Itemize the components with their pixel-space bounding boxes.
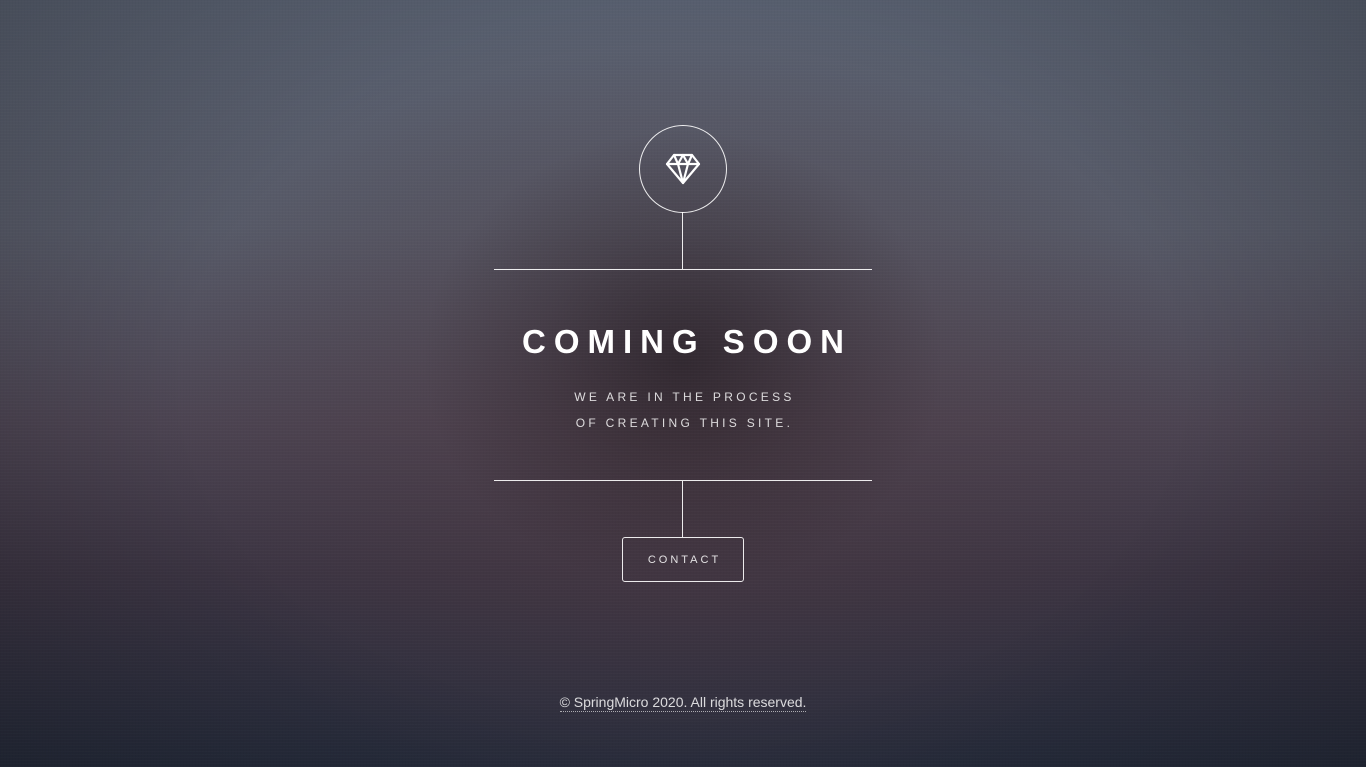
copyright-link[interactable]: © SpringMicro 2020. All rights reserved. [559,694,807,712]
subtitle-line-1: WE ARE IN THE PROCESS [574,390,795,404]
contact-button[interactable]: CONTACT [622,537,744,582]
diamond-icon [665,153,701,185]
connector-line-top [682,212,683,269]
page-title: COMING SOON [521,323,852,360]
page-subtitle: WE ARE IN THE PROCESS OF CREATING THIS S… [433,384,933,436]
divider-bottom [494,480,872,481]
footer: © SpringMicro 2020. All rights reserved. [383,694,983,712]
divider-top [494,269,872,270]
subtitle-line-2: OF CREATING THIS SITE. [575,416,794,430]
logo-badge [639,125,727,213]
connector-line-bottom [682,481,683,537]
